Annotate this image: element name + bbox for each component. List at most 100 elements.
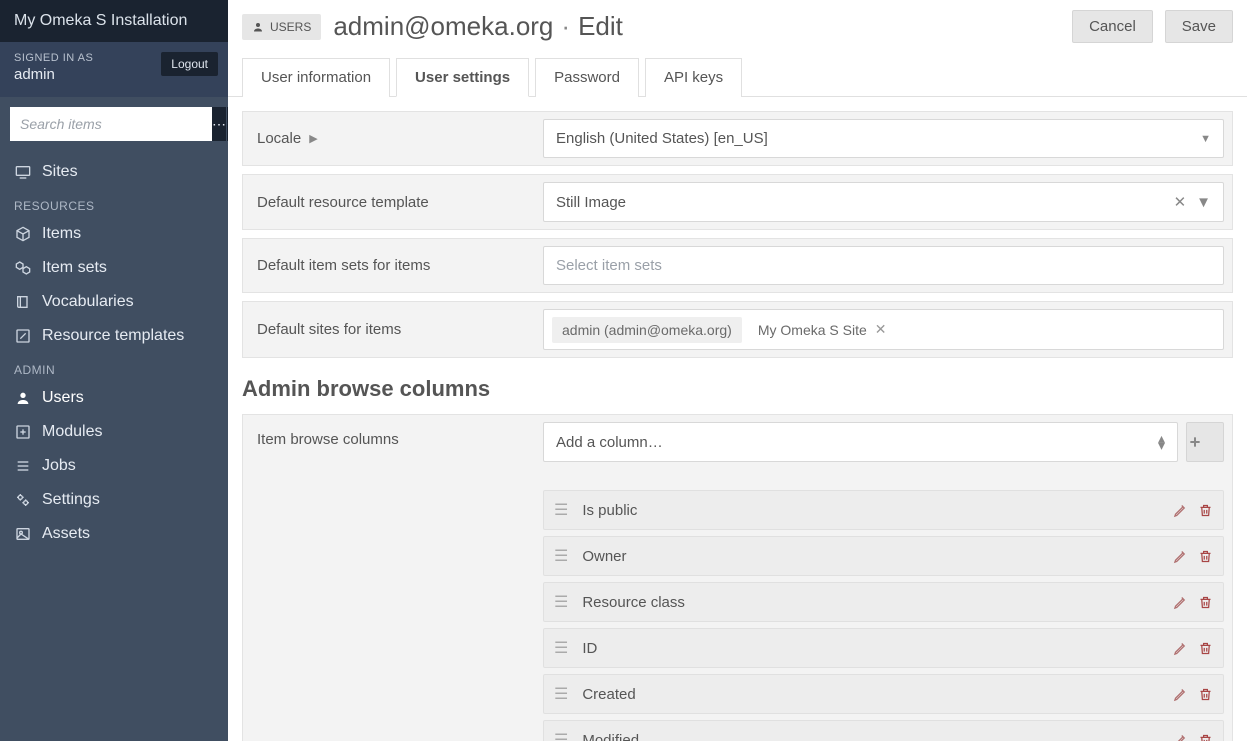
edit-column-button[interactable] <box>1173 549 1188 564</box>
column-name: Modified <box>582 732 1173 741</box>
grip-icon[interactable]: ☰ <box>554 500 568 520</box>
column-item[interactable]: ☰ Created <box>543 674 1224 714</box>
topbar: USERS admin@omeka.org · Edit Cancel Save <box>228 0 1247 57</box>
nav-label: Settings <box>42 491 100 509</box>
nav-label: Items <box>42 225 81 243</box>
nav-resource-templates[interactable]: Resource templates <box>0 319 228 353</box>
column-name: Is public <box>582 502 1173 519</box>
clear-icon[interactable]: ✕ <box>1174 193 1187 211</box>
grip-icon[interactable]: ☰ <box>554 592 568 612</box>
column-item[interactable]: ☰ Modified <box>543 720 1224 741</box>
nav-items[interactable]: Items <box>0 217 228 251</box>
grip-icon[interactable]: ☰ <box>554 730 568 741</box>
search-options-button[interactable]: ⋯ <box>212 107 227 141</box>
book-icon <box>14 294 32 310</box>
pill-label: USERS <box>270 20 311 34</box>
nav-users[interactable]: Users <box>0 381 228 415</box>
nav-item-sets[interactable]: Item sets <box>0 251 228 285</box>
delete-column-button[interactable] <box>1198 687 1213 702</box>
plus-icon <box>1187 434 1203 450</box>
nav-label: Jobs <box>42 457 76 475</box>
context-pill[interactable]: USERS <box>242 14 321 40</box>
field-default-template: Default resource template Still Image ✕ … <box>242 174 1233 230</box>
nav-label: Modules <box>42 423 102 441</box>
user-icon <box>252 21 264 33</box>
nav-label: Item sets <box>42 259 107 277</box>
cancel-button[interactable]: Cancel <box>1072 10 1153 43</box>
search-input[interactable] <box>10 107 212 141</box>
edit-column-button[interactable] <box>1173 733 1188 741</box>
edit-column-button[interactable] <box>1173 687 1188 702</box>
ellipsis-icon: ⋯ <box>212 116 226 133</box>
field-locale: Locale ▶ English (United States) [en_US]… <box>242 111 1233 166</box>
field-label: Default resource template <box>243 175 543 229</box>
tab-user-settings[interactable]: User settings <box>396 58 529 97</box>
nav-sites[interactable]: Sites <box>0 155 228 189</box>
edit-column-button[interactable] <box>1173 595 1188 610</box>
default-sites-select[interactable]: admin (admin@omeka.org) My Omeka S Site … <box>543 309 1224 350</box>
locale-select[interactable]: English (United States) [en_US] ▼ <box>543 119 1224 158</box>
grip-icon[interactable]: ☰ <box>554 638 568 658</box>
default-template-select[interactable]: Still Image ✕ ▼ <box>543 182 1224 222</box>
section-title: Admin browse columns <box>242 376 1233 402</box>
remove-chip-icon[interactable]: ✕ <box>875 321 887 338</box>
column-name: ID <box>582 640 1173 657</box>
tab-password[interactable]: Password <box>535 58 639 97</box>
logout-button[interactable]: Logout <box>161 52 218 76</box>
tab-user-information[interactable]: User information <box>242 58 390 97</box>
chip-admin[interactable]: admin (admin@omeka.org) <box>552 317 742 343</box>
field-default-sites: Default sites for items admin (admin@ome… <box>242 301 1233 358</box>
nav-vocabularies[interactable]: Vocabularies <box>0 285 228 319</box>
column-name: Owner <box>582 548 1173 565</box>
sidebar: My Omeka S Installation SIGNED IN AS adm… <box>0 0 228 741</box>
main: USERS admin@omeka.org · Edit Cancel Save… <box>228 0 1247 741</box>
delete-column-button[interactable] <box>1198 549 1213 564</box>
column-item[interactable]: ☰ Is public <box>543 490 1224 530</box>
default-item-sets-select[interactable]: Select item sets <box>543 246 1224 285</box>
column-item[interactable]: ☰ ID <box>543 628 1224 668</box>
field-label: Default sites for items <box>243 302 543 357</box>
grip-icon[interactable]: ☰ <box>554 546 568 566</box>
delete-column-button[interactable] <box>1198 733 1213 741</box>
column-item[interactable]: ☰ Resource class <box>543 582 1224 622</box>
title-sep: · <box>561 11 570 42</box>
delete-column-button[interactable] <box>1198 503 1213 518</box>
select-placeholder: Add a column… <box>556 434 663 451</box>
chip-site[interactable]: My Omeka S Site ✕ <box>748 316 897 343</box>
plus-square-icon <box>14 424 32 440</box>
field-item-browse-columns: Item browse columns Add a column… ▴▾ ☰ I… <box>242 414 1233 741</box>
app-title[interactable]: My Omeka S Installation <box>0 0 228 42</box>
search-row: ⋯ <box>0 97 228 155</box>
chevron-down-icon: ▼ <box>1196 194 1211 211</box>
add-column-select[interactable]: Add a column… ▴▾ <box>543 422 1178 462</box>
nav-assets[interactable]: Assets <box>0 517 228 551</box>
grip-icon[interactable]: ☰ <box>554 684 568 704</box>
nav-settings[interactable]: Settings <box>0 483 228 517</box>
page-mode: Edit <box>578 11 623 42</box>
edit-column-button[interactable] <box>1173 641 1188 656</box>
save-button[interactable]: Save <box>1165 10 1233 43</box>
nav-heading-admin: ADMIN <box>0 353 228 381</box>
column-name: Created <box>582 686 1173 703</box>
caret-right-icon[interactable]: ▶ <box>309 132 317 145</box>
nav-label: Assets <box>42 525 90 543</box>
cubes-icon <box>14 260 32 276</box>
list-icon <box>14 458 32 474</box>
nav-modules[interactable]: Modules <box>0 415 228 449</box>
select-placeholder: Select item sets <box>556 257 662 274</box>
pencil-square-icon <box>14 328 32 344</box>
field-label: Item browse columns <box>243 415 543 741</box>
content: Locale ▶ English (United States) [en_US]… <box>228 97 1247 741</box>
delete-column-button[interactable] <box>1198 641 1213 656</box>
delete-column-button[interactable] <box>1198 595 1213 610</box>
sort-icon: ▴▾ <box>1158 435 1165 449</box>
nav-jobs[interactable]: Jobs <box>0 449 228 483</box>
tab-api-keys[interactable]: API keys <box>645 58 742 97</box>
column-item[interactable]: ☰ Owner <box>543 536 1224 576</box>
add-column-button[interactable] <box>1186 422 1224 462</box>
chevron-down-icon: ▼ <box>1200 133 1211 145</box>
signin-block: SIGNED IN AS admin Logout <box>0 42 228 97</box>
edit-column-button[interactable] <box>1173 503 1188 518</box>
select-value: English (United States) [en_US] <box>556 130 768 147</box>
image-icon <box>14 526 32 542</box>
